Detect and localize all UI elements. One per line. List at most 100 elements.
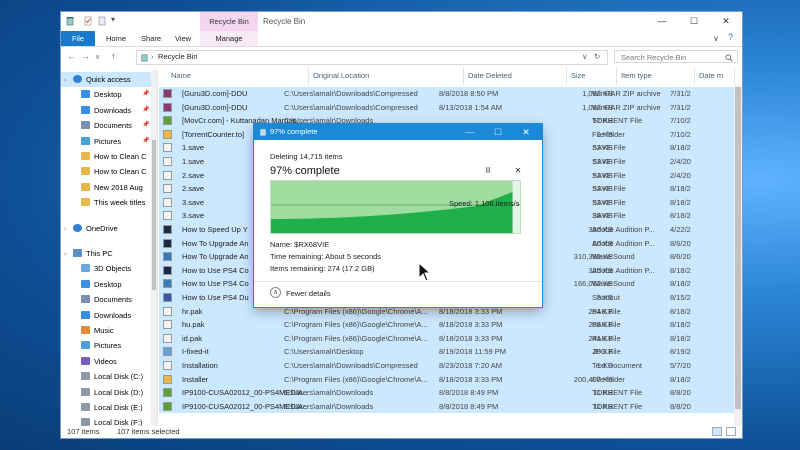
file-file-icon [163,184,172,194]
cell-loc: C:\Users\amalr\Downloads\Compressed [284,102,418,112]
file-file-icon [163,211,172,221]
table-row[interactable]: Installer C:\Program Files (x86)\Google\C… [159,372,734,387]
sidebar-item-how-to-clean-c[interactable]: How to Clean C [61,164,157,179]
sidebar-item-quick-access[interactable]: › Quick access [61,72,157,87]
column-date-deleted[interactable]: Date Deleted [464,67,567,85]
sidebar-item-documents[interactable]: Documents [61,292,157,307]
sidebar-item-label: This week titles [94,198,146,208]
table-row[interactable]: [Guru3D.com]-DDU C:\Users\amalr\Downloads… [159,100,734,115]
large-icons-view-icon[interactable] [726,427,736,436]
sidebar-item-downloads[interactable]: Downloads [61,308,157,323]
cell-type: Adobe Audition P... [592,225,655,234]
cell-type: WinRAR ZIP archive [592,89,661,98]
table-row[interactable]: [Guru3D.com]-DDU C:\Users\amalr\Downloads… [159,87,734,101]
sidebar-item-label: How to Clean C [94,152,147,161]
column-original-location[interactable]: Original Location [309,67,464,85]
star-icon [73,75,82,83]
pic-icon [81,136,90,145]
column-name[interactable]: Name [167,67,309,85]
fewer-details-button[interactable]: Fewer details [286,289,331,298]
file-list-scroll-thumb[interactable] [735,87,741,409]
cell-type: File folder [592,129,625,139]
dialog-close-button[interactable]: ✕ [512,124,540,140]
search-input[interactable]: Search Recycle Bin [614,50,738,63]
back-button[interactable]: ← [67,51,76,61]
expand-ribbon-icon[interactable]: ∨ [713,34,719,43]
dialog-maximize-button[interactable]: ☐ [484,124,512,140]
table-row[interactable]: I-fixed-it C:\Users\amalr\Desktop 8/19/201… [159,345,734,359]
column-date-modified[interactable]: Date m [695,67,735,85]
help-icon[interactable]: ? [728,32,733,42]
cancel-button[interactable]: ✕ [511,165,525,177]
sidebar-scroll-thumb[interactable] [152,140,156,290]
breadcrumb-chevron-icon[interactable]: › [151,52,154,61]
search-icon [725,54,733,62]
dialog-minimize-button[interactable]: — [456,124,484,140]
sidebar-item-this-week-titles[interactable]: This week titles [61,195,157,210]
minimize-button[interactable]: — [646,12,678,31]
cell-loc: C:\Program Files (x86)\Google\Chrome\A..… [284,374,428,384]
sidebar-item-local-disk-f[interactable]: Local Disk (F:) [61,415,157,426]
sidebar-item-local-disk-e[interactable]: Local Disk (E:) [61,400,157,415]
sidebar-item-local-disk-d[interactable]: Local Disk (D:) [61,385,157,400]
up-button[interactable]: ↑ [111,51,116,61]
tab-home[interactable]: Home [99,31,133,46]
expand-chevron-icon[interactable]: › [64,246,67,261]
table-row[interactable]: IP9100-CUSA02012_00-PS4MEDIA... C:\Users\… [159,386,734,400]
expand-chevron-icon[interactable]: › [64,221,67,236]
sidebar-item-videos[interactable]: Videos [61,354,157,369]
address-dropdown-icon[interactable]: ∨ [582,52,588,61]
refresh-icon[interactable]: ↻ [594,52,600,61]
column-headers: Name Original Location Date Deleted Size… [159,67,742,85]
sidebar-item-desktop[interactable]: Desktop 📌 [61,87,157,102]
expand-chevron-icon[interactable]: › [64,72,67,87]
forward-button[interactable]: → [81,51,90,61]
table-row[interactable]: id.pak C:\Program Files (x86)\Google\Chro… [159,331,734,346]
cell-type: TORRENT File [592,116,643,126]
pause-button[interactable]: II [481,165,495,177]
status-bar: 107 items 107 items selected [61,426,742,438]
maximize-button[interactable]: ☐ [678,12,710,31]
file-file-icon [163,361,172,370]
column-size[interactable]: Size [567,67,617,85]
cell-type: Wave Sound [592,279,635,289]
sidebar-item-downloads[interactable]: Downloads 📌 [61,103,157,118]
recent-locations-dropdown[interactable]: ∨ [95,53,100,61]
recycle-bin-tools-tab: Recycle Bin Tools [200,12,258,45]
cube-icon [81,264,90,273]
new-folder-icon[interactable] [97,16,107,26]
sidebar-item-desktop[interactable]: Desktop [61,277,157,292]
pane-divider[interactable] [157,70,158,426]
tab-share[interactable]: Share [135,31,167,46]
sidebar-item-pictures[interactable]: Pictures [61,338,157,353]
sidebar-item-local-disk-c[interactable]: Local Disk (C:) [61,369,157,384]
download-icon [81,310,90,319]
table-row[interactable]: IP9100-CUSA02012_00-PS4MEDIA... C:\Users\… [159,399,734,414]
sidebar-item-how-to-clean-c[interactable]: How to Clean C [61,149,157,164]
table-row[interactable]: Installation C:\Users\amalr\Downloads\Com… [159,359,734,373]
download-icon [81,105,90,114]
properties-icon[interactable] [83,16,93,26]
close-button[interactable]: ✕ [710,12,742,31]
tab-manage[interactable]: Manage [200,31,258,46]
column-item-type[interactable]: Item type [617,67,695,85]
cell-date: 8/8/2018 8:49 PM [439,401,499,411]
recycle-bin-icon [260,129,266,136]
sidebar-item-this-pc[interactable]: › This PC [61,246,157,261]
breadcrumb-recycle-bin[interactable]: Recycle Bin [158,52,198,61]
sidebar-item-onedrive[interactable]: › OneDrive [61,221,157,236]
audition-file-icon [163,238,172,248]
details-view-icon[interactable] [712,427,722,436]
address-box[interactable]: › Recycle Bin ∨ ↻ [136,50,608,65]
tab-file[interactable]: File [61,31,95,46]
collapse-icon[interactable]: ∧ [270,287,281,298]
table-row[interactable]: hu.pak C:\Program Files (x86)\Google\Chro… [159,318,734,332]
sidebar-item-pictures[interactable]: Pictures 📌 [61,134,157,149]
sidebar-item-new-2018-aug[interactable]: New 2018 Aug [61,180,157,195]
tab-view[interactable]: View [169,31,197,46]
sidebar-item-music[interactable]: Music [61,323,157,338]
cell-type: SAVE File [592,211,626,221]
sidebar-item-documents[interactable]: Documents 📌 [61,118,157,133]
customize-toolbar-dropdown[interactable]: ▾ [111,15,115,24]
sidebar-item-3d-objects[interactable]: 3D Objects [61,261,157,276]
